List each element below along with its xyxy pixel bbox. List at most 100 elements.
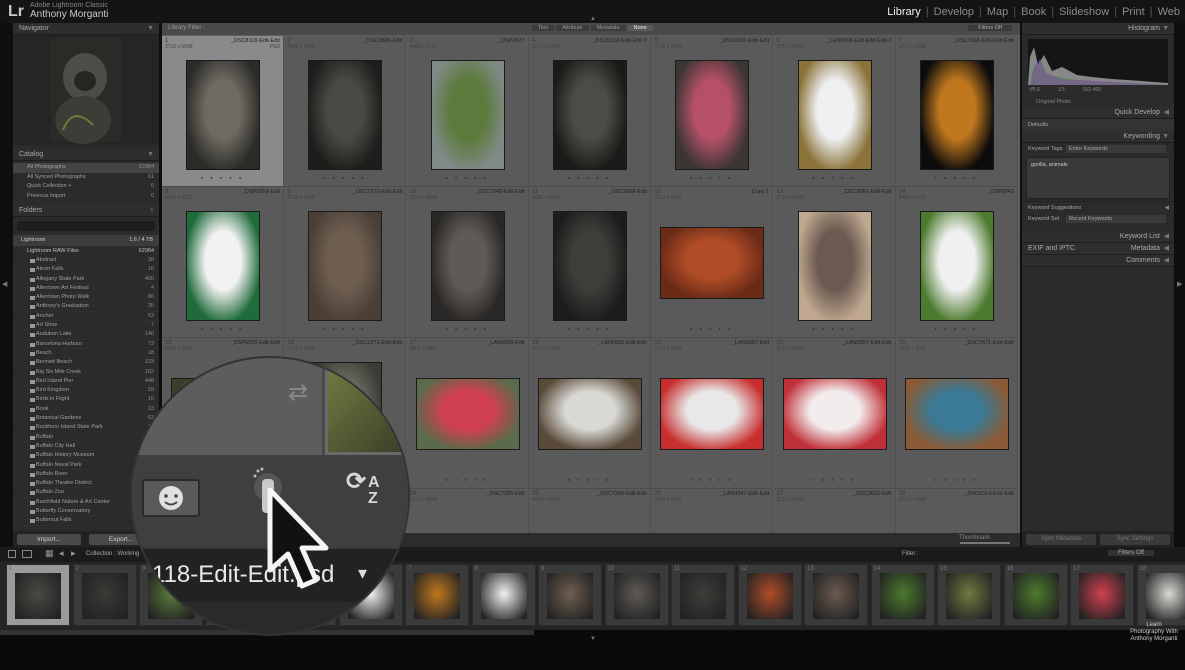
keyword-suggestions-row[interactable]: Keyword Suggestions ◀ (1022, 201, 1174, 213)
rating-stars[interactable]: ● ● ● ● ● (529, 477, 650, 482)
photo-thumbnail[interactable] (552, 211, 627, 321)
grid-cell[interactable]: 4 _DSC5318-Edit-Edit-2 3712 x 5568 ● ● ●… (528, 36, 651, 187)
photo-thumbnail[interactable] (919, 211, 994, 321)
filmstrip-thumbnail[interactable]: 11 (671, 564, 735, 626)
grid-cell[interactable]: 13 _DSC9051-Edit-Edit 3712 x 5568 ● ● ● … (773, 187, 896, 338)
filmstrip-thumbnail[interactable]: 16 (1003, 564, 1068, 626)
collapse-triangle-icon[interactable]: ▼ (147, 23, 154, 35)
rating-stars[interactable]: ● ● ● ● ● (407, 175, 528, 180)
folder-item[interactable]: Botanical Gardens 62 (13, 414, 159, 424)
top-panel-toggle-icon[interactable]: ▲ (590, 16, 596, 22)
folder-item[interactable]: Allentown Photo Walk 86 (13, 293, 159, 303)
photo-thumbnail[interactable] (537, 378, 642, 450)
folder-item[interactable]: Buffalo82 (13, 433, 159, 442)
filmstrip-thumbnail[interactable]: 15 (937, 564, 1001, 626)
photo-thumbnail[interactable] (186, 60, 260, 170)
rating-stars[interactable]: ● ● ● ● ● (284, 326, 405, 331)
filmstrip-thumbnail[interactable]: 8 (471, 564, 536, 626)
folder-item[interactable]: Book 23 (13, 405, 159, 415)
grid-cell[interactable]: 1 _DSC8118-Edit-Edit 3712 x 5568 PSD ● ●… (162, 36, 284, 187)
rating-stars[interactable]: ● ● ● ● ● (896, 477, 1017, 482)
grid-cell[interactable]: 5 _DSC8291-Edit-Edit 3712 x 5568 ● ● ● ●… (651, 36, 774, 187)
keyword-list-header[interactable]: Keyword List ◀ (1022, 231, 1174, 243)
collapse-triangle-icon[interactable]: ◀ (1164, 243, 1169, 255)
rating-stars[interactable]: ● ● ● ● ● (284, 175, 405, 180)
collapse-triangle-icon[interactable]: ▼ (147, 149, 154, 161)
grid-cell[interactable]: 20 _LAN0057-Edit-Edit 3712 x 5568 ● ● ● … (773, 338, 896, 489)
photo-thumbnail[interactable] (308, 211, 383, 321)
rating-stars[interactable]: ● ● ● ● ● (651, 175, 772, 180)
bottom-panel-toggle-icon[interactable]: ▼ (590, 636, 596, 642)
histogram-header[interactable]: Histogram ▼ (1022, 23, 1174, 35)
add-folder-icon[interactable]: + (150, 205, 154, 217)
photo-thumbnail[interactable] (797, 60, 872, 170)
module-book[interactable]: Book (1016, 6, 1051, 18)
rating-stars[interactable]: ● ● ● ● ● (774, 477, 895, 482)
root-folder-row[interactable]: Lightroom RAW Files 62984 (13, 246, 159, 256)
filmstrip-thumbnail[interactable]: 10 (604, 564, 669, 626)
module-library[interactable]: Library (882, 6, 926, 18)
filmstrip-thumbnail[interactable]: 2 (72, 564, 137, 626)
folder-item[interactable]: Allegany State Park 400 (13, 275, 159, 284)
photo-thumbnail[interactable] (919, 60, 994, 170)
grid-cell[interactable]: 3 _DSP0677 4480 x 6720 ● ● ● ● ● (406, 36, 529, 187)
folder-item[interactable]: Big Six Mile Creek 162 (13, 368, 159, 377)
quick-develop-preset[interactable]: Defaults (1022, 119, 1174, 131)
catalog-item[interactable]: All Photographs 62984 (13, 163, 159, 173)
filmstrip-thumbnail[interactable]: 18 (1136, 564, 1185, 626)
photo-thumbnail[interactable] (308, 60, 383, 170)
rotate-arrow-icon[interactable]: ⇄ (288, 378, 308, 407)
module-print[interactable]: Print (1117, 6, 1150, 18)
filmstrip-thumbnail[interactable]: 7 (405, 564, 469, 626)
grid-cell[interactable]: 18 _LAN0065-Edit-Edit 3712 x 5568 ● ● ● … (528, 338, 651, 489)
back-arrow-icon[interactable]: ◂ (59, 548, 64, 559)
grid-cell[interactable]: 14 _DSP0043 4480 x 6720 ● ● ● ● ● (895, 187, 1018, 338)
keywords-textarea[interactable]: gorilla, animals (1026, 157, 1170, 199)
rating-stars[interactable]: ● ● ● ● ● (407, 477, 528, 482)
rating-stars[interactable]: ● ● ● ● ● (162, 326, 283, 331)
grid-icon[interactable]: ▦ (45, 548, 54, 559)
folder-item[interactable]: Akron Falls 16 (13, 265, 159, 275)
rating-stars[interactable]: ● ● ● ● ● (651, 477, 772, 482)
keyword-set-select[interactable]: Recent Keywords (1066, 215, 1166, 223)
folder-item[interactable]: Bird Island Pier 448 (13, 377, 159, 387)
filmstrip-thumbnail[interactable]: 12 (737, 564, 802, 626)
grid-cell[interactable]: 7 _DSC7365-Edit-Edit-Edit 3712 x 5568 ● … (895, 36, 1018, 187)
photo-thumbnail[interactable] (186, 211, 260, 321)
filter-tab-metadata[interactable]: Metadata (590, 25, 626, 31)
grid-cell[interactable]: 6 _LAN0698-Edit-Edit-Edit-2 3712 x 5568 … (773, 36, 896, 187)
filter-tab-text[interactable]: Text (532, 25, 555, 31)
metadata-header[interactable]: EXIF and IPTC Metadata ◀ (1022, 243, 1174, 255)
folder-item[interactable]: Anchor 63 (13, 312, 159, 322)
folder-item[interactable]: Bird Kingdom 59 (13, 386, 159, 396)
sort-az-icon[interactable]: ⟳ (346, 470, 366, 494)
photo-thumbnail[interactable] (797, 211, 872, 321)
module-web[interactable]: Web (1153, 6, 1185, 18)
rating-stars[interactable]: ● ● ● ● ● (651, 326, 772, 331)
thumbnail-size-slider[interactable] (960, 542, 1010, 544)
module-map[interactable]: Map (982, 6, 1013, 18)
sync-settings-button[interactable]: Sync Settings (1100, 534, 1170, 545)
filmstrip-thumbnail[interactable]: 1 (6, 564, 70, 626)
sync-metadata-button[interactable]: Sync Metadata (1026, 534, 1096, 545)
filter-tab-none[interactable]: None (627, 25, 653, 31)
grid-cell[interactable]: 12 Copy 1 3712 x 5568 ● ● ● ● ● (651, 187, 774, 338)
grid-cell[interactable]: 8 _DSP0959-Edit 4480 x 6720 ● ● ● ● ● (162, 187, 284, 338)
folder-item[interactable]: Allentown Art Festival 4 (13, 284, 159, 294)
module-develop[interactable]: Develop (929, 6, 979, 18)
collapse-triangle-icon[interactable]: ◀ (1164, 255, 1169, 267)
folder-item[interactable]: Audubon Lake 140 (13, 330, 159, 340)
filter-tab-attribute[interactable]: Attribute (556, 25, 589, 31)
photo-thumbnail[interactable] (552, 60, 627, 170)
photo-thumbnail[interactable] (904, 378, 1009, 450)
forward-arrow-icon[interactable]: ▸ (71, 548, 76, 559)
rating-stars[interactable]: ● ● ● ● ● (774, 326, 895, 331)
folder-search[interactable] (17, 221, 155, 231)
folder-item[interactable]: Abstract 38 (13, 256, 159, 266)
people-view-icon[interactable] (142, 479, 200, 517)
collapse-triangle-icon[interactable]: ▼ (1162, 23, 1169, 35)
grid-cell[interactable]: 19 _LAN0057-Edit 3712 x 5568 ● ● ● ● ● (651, 338, 774, 489)
folder-item[interactable]: Art Shoe 7 (13, 321, 159, 331)
navigator-header[interactable]: Navigator ▼ (13, 23, 159, 35)
catalog-item[interactable]: Previous Import 0 (13, 192, 159, 202)
